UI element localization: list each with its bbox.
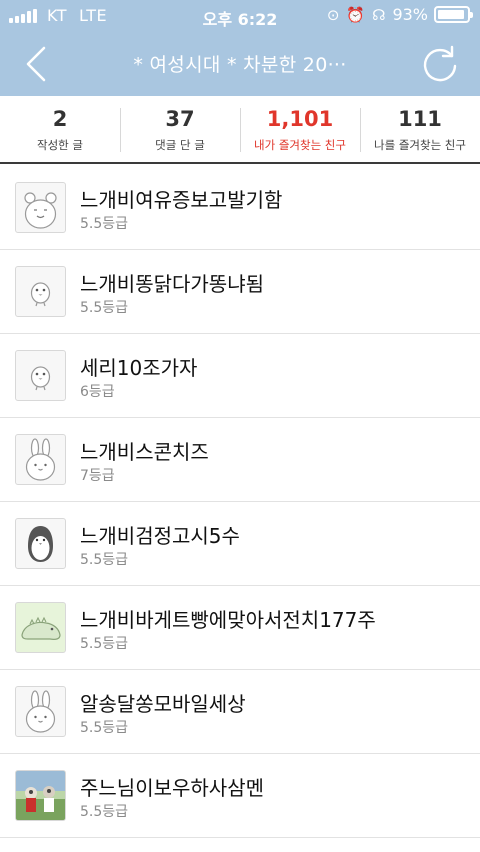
stat-followers-label: 나를 즐겨찾는 친구: [374, 138, 466, 152]
refresh-icon: [423, 45, 457, 82]
friend-name: 느개비검정고시5수: [80, 524, 240, 548]
friend-grade: 5.5등급: [80, 552, 129, 568]
friend-name: 느개비여유증보고발기함: [80, 188, 283, 212]
stat-posts-label: 작성한 글: [37, 138, 83, 152]
stat-posts[interactable]: 2 작성한 글: [0, 96, 120, 162]
stat-following[interactable]: 1,101 내가 즐겨찾는 친구: [240, 96, 360, 162]
friend-grade: 5.5등급: [80, 804, 129, 820]
friend-row[interactable]: 느개비똥닭다가똥냐됨 5.5등급: [0, 250, 480, 334]
friend-name: 느개비똥닭다가똥냐됨: [80, 272, 264, 296]
chevron-left-icon: [26, 46, 46, 82]
friend-row[interactable]: 느개비바게트빵에맞아서전치177주 5.5등급: [0, 586, 480, 670]
photo-icon: [16, 771, 65, 820]
avatar[interactable]: [15, 686, 66, 737]
stat-commented[interactable]: 37 댓글 단 글: [120, 96, 240, 162]
stat-following-count: 1,101: [266, 107, 334, 131]
avatar[interactable]: [15, 434, 66, 485]
stat-posts-count: 2: [52, 107, 68, 131]
friend-name: 느개비스콘치즈: [80, 440, 209, 464]
dino-icon: [21, 616, 61, 640]
battery-fill: [438, 10, 464, 19]
avatar[interactable]: [15, 182, 66, 233]
stat-followers[interactable]: 111 나를 즐겨찾는 친구: [360, 96, 480, 162]
battery-percent: 93%: [392, 5, 428, 24]
app-header: KT LTE 오후 6:22 ⊙ ⏰ ☊ 93% * 여성시대 * 차분한 20…: [0, 0, 480, 96]
stat-commented-count: 37: [165, 107, 195, 131]
friend-row[interactable]: 느개비스콘치즈 7등급: [0, 418, 480, 502]
friend-name: 알송달쏭모바일세상: [80, 692, 246, 716]
chick-icon: [30, 282, 51, 307]
friend-grade: 5.5등급: [80, 636, 129, 652]
navigation-bar: * 여성시대 * 차분한 20···: [0, 32, 480, 96]
chick-icon: [30, 366, 51, 391]
friend-name: 주느님이보우하사삼멘: [80, 776, 264, 800]
friend-grade: 5.5등급: [80, 300, 129, 316]
friend-row[interactable]: 느개비검정고시5수 5.5등급: [0, 502, 480, 586]
status-bar: KT LTE 오후 6:22 ⊙ ⏰ ☊ 93%: [0, 0, 480, 32]
stat-commented-label: 댓글 단 글: [155, 138, 205, 152]
rotation-lock-icon: ⊙: [326, 5, 340, 24]
rabbit-icon: [25, 438, 56, 481]
battery-icon: [434, 6, 473, 23]
friend-grade: 5.5등급: [80, 216, 129, 232]
friend-row[interactable]: 느개비여유증보고발기함 5.5등급: [0, 166, 480, 250]
friend-grade: 6등급: [80, 384, 115, 400]
avatar[interactable]: [15, 518, 66, 569]
avatar[interactable]: [15, 266, 66, 317]
avatar[interactable]: [15, 770, 66, 821]
avatar[interactable]: [15, 602, 66, 653]
back-button[interactable]: [18, 42, 58, 86]
page-title: * 여성시대 * 차분한 20···: [133, 54, 347, 76]
friend-row[interactable]: 세리10조가자 6등급: [0, 334, 480, 418]
friend-name: 세리10조가자: [80, 356, 198, 380]
activity-stats: 2 작성한 글 37 댓글 단 글 1,101 내가 즐겨찾는 친구 111 나…: [0, 96, 480, 164]
bear-icon: [24, 192, 57, 229]
friend-grade: 5.5등급: [80, 720, 129, 736]
stat-followers-count: 111: [398, 107, 442, 131]
friend-name: 느개비바게트빵에맞아서전치177주: [80, 608, 376, 632]
friend-row[interactable]: 알송달쏭모바일세상 5.5등급: [0, 670, 480, 754]
avatar[interactable]: [15, 350, 66, 401]
headphones-icon: ☊: [372, 5, 386, 24]
alarm-icon: ⏰: [346, 5, 366, 24]
friend-list: 느개비여유증보고발기함 5.5등급 느개비똥닭다가똥냐됨 5.5등급 세리10조…: [0, 166, 480, 838]
rabbit-icon: [25, 690, 56, 733]
stat-following-label: 내가 즐겨찾는 친구: [254, 138, 346, 152]
penguin-icon: [28, 526, 53, 562]
refresh-button[interactable]: [418, 42, 462, 86]
friend-grade: 7등급: [80, 468, 115, 484]
friend-row[interactable]: 주느님이보우하사삼멘 5.5등급: [0, 754, 480, 838]
status-right: ⊙ ⏰ ☊ 93%: [326, 5, 473, 24]
